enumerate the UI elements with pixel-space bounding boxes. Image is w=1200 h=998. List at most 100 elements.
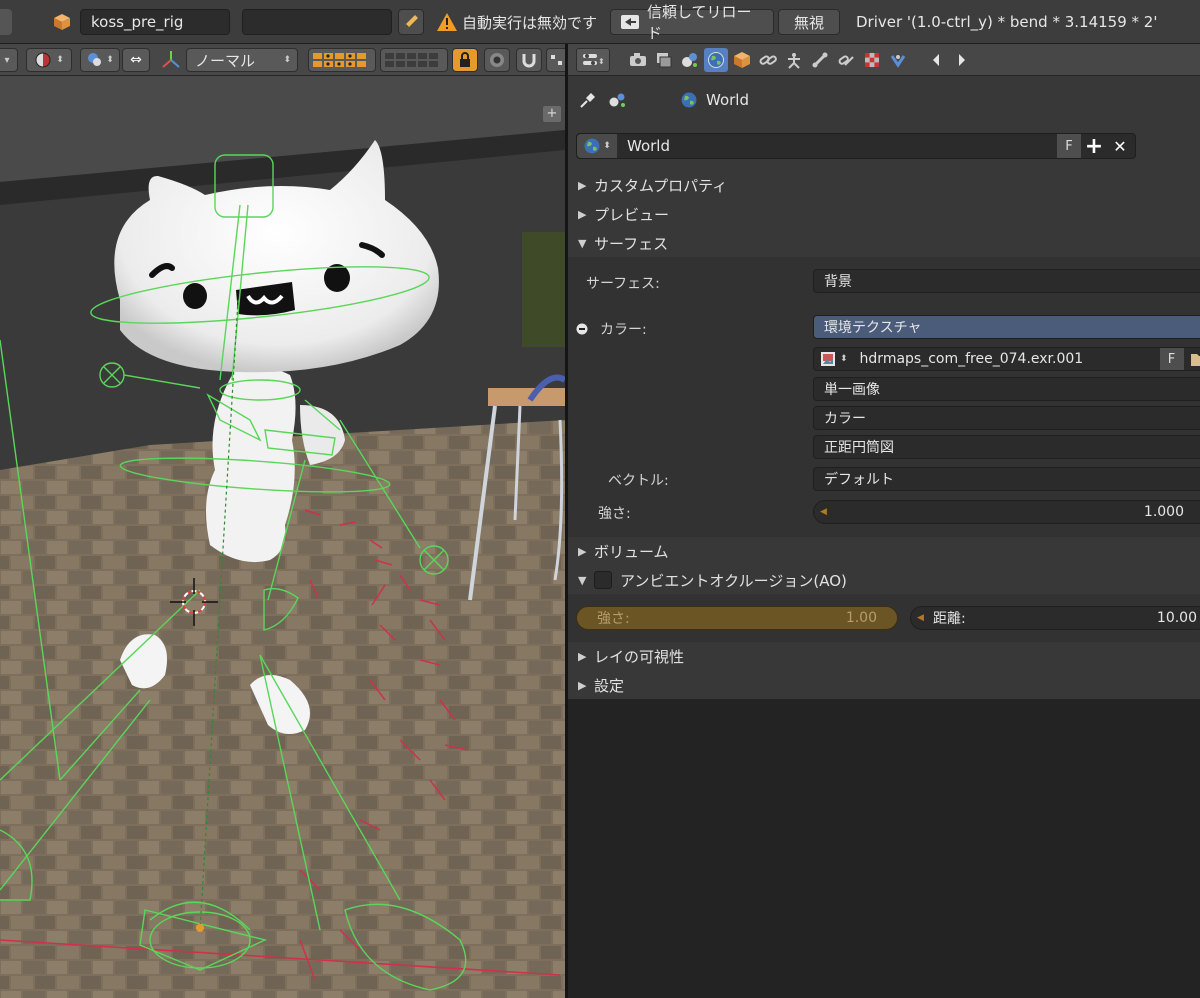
image-name-field[interactable]: hdrmaps_com_free_074.exr.001 — [860, 351, 1160, 367]
strength-label: 強さ: — [598, 506, 631, 522]
ignore-button[interactable]: 無視 — [778, 9, 840, 35]
panel-ray-visibility-label: レイの可視性 — [594, 647, 685, 666]
empty-panel-area — [568, 699, 1200, 998]
image-source-field[interactable]: 単一画像 — [813, 377, 1200, 401]
bone-tab-icon[interactable] — [808, 48, 832, 72]
image-datablock-selector[interactable]: ⬍ hdrmaps_com_free_074.exr.001 F — [813, 347, 1200, 371]
empty-field[interactable] — [242, 9, 392, 35]
proportional-icon — [490, 53, 504, 67]
lock-camera-toggle[interactable] — [452, 48, 478, 72]
collapsed-triangle-icon: ▶ — [578, 678, 587, 692]
texture-tab-icon[interactable] — [860, 48, 884, 72]
open-folder-icon[interactable] — [1190, 351, 1200, 367]
surface-panel-body: サーフェス: 背景 カラー: 環境テクスチャ ⬍ hdrmaps_com_fre… — [568, 257, 1200, 537]
layer-buttons-right[interactable] — [380, 48, 448, 72]
chevron-down-icon: ▾ — [4, 54, 10, 66]
strength-value: 1.000 — [1143, 504, 1184, 520]
3d-viewport[interactable]: + — [0, 76, 565, 998]
object-tab-icon[interactable] — [730, 48, 754, 72]
manipulator-toggle[interactable]: ⇔ — [122, 48, 150, 72]
pin-icon[interactable] — [578, 90, 598, 110]
shading-mode-button[interactable]: ⬍ — [26, 48, 72, 72]
ao-distance-slider[interactable]: ◀ 距離: 10.00 — [910, 606, 1200, 630]
ao-strength-slider[interactable]: 強さ: 1.00 — [576, 606, 898, 630]
lock-icon — [460, 52, 470, 67]
trust-reload-label: 信頼してリロード — [647, 3, 752, 42]
surface-shader-field[interactable]: 背景 — [813, 269, 1200, 293]
particles-tab-icon[interactable] — [886, 48, 910, 72]
editor-type-button[interactable]: ⬍ — [576, 48, 610, 72]
render-tab-camera-icon[interactable] — [626, 48, 650, 72]
image-fake-user-button[interactable]: F — [1159, 348, 1184, 370]
world-datablock-selector[interactable]: ⬍ World F + ✕ — [576, 133, 1136, 159]
vector-field[interactable]: デフォルト — [813, 467, 1200, 491]
modifiers-tab-icon[interactable] — [782, 48, 806, 72]
unlink-minus-icon[interactable] — [576, 323, 588, 335]
bone-constraints-tab-icon[interactable] — [834, 48, 858, 72]
projection-field[interactable]: 正距円筒図 — [813, 435, 1200, 459]
orientation-dropdown[interactable]: ノーマル ⬍ — [186, 48, 298, 72]
panel-preview-label: プレビュー — [594, 205, 670, 224]
editor-type-button[interactable]: ▾ — [0, 48, 18, 72]
viewport-header: ▾ ⬍ ⬍ ⇔ ノーマル ⬍ — [0, 44, 568, 76]
properties-editor: ⬍ World ⬍ World F + ✕ ▶ カスタムプロパティ ▶ プレビュ… — [568, 44, 1200, 998]
expanded-triangle-icon: ▼ — [578, 573, 587, 587]
ao-distance-value: 10.00 — [1156, 610, 1197, 626]
collapsed-triangle-icon: ▶ — [578, 178, 587, 192]
render-layers-tab-icon[interactable] — [652, 48, 676, 72]
ao-enable-checkbox[interactable] — [594, 571, 612, 589]
layer-buttons-left[interactable] — [308, 48, 376, 72]
orientation-label: ノーマル — [195, 51, 256, 70]
decrement-arrow-icon[interactable]: ◀ — [917, 613, 924, 623]
wall-painting — [522, 232, 565, 347]
world-browse-icon[interactable]: ⬍ — [577, 134, 617, 158]
scene-name-field[interactable]: koss_pre_rig — [80, 9, 230, 35]
strength-slider[interactable]: ◀ 1.000 — [813, 500, 1200, 524]
arrows-icon: ⇔ — [130, 52, 142, 68]
panel-volume[interactable]: ▶ ボリューム — [568, 537, 1200, 565]
warning-icon — [434, 9, 460, 35]
scene-tab-icon[interactable] — [678, 48, 702, 72]
transform-axes-icon[interactable] — [156, 48, 186, 72]
decrement-arrow-icon[interactable]: ◀ — [820, 507, 827, 517]
panel-ambient-occlusion[interactable]: ▼ アンビエントオクルージョン(AO) — [568, 566, 1200, 594]
panel-custom-properties[interactable]: ▶ カスタムプロパティ — [568, 171, 1200, 199]
scroll-left-icon[interactable] — [924, 48, 948, 72]
editor-edge — [0, 9, 12, 35]
add-world-button[interactable]: + — [1081, 134, 1107, 159]
remove-world-button[interactable]: ✕ — [1107, 137, 1133, 156]
image-icon[interactable]: ⬍ — [820, 351, 848, 367]
panel-surface[interactable]: ▼ サーフェス — [568, 229, 1200, 257]
panel-preview[interactable]: ▶ プレビュー — [568, 200, 1200, 228]
color-label: カラー: — [600, 322, 647, 338]
shading-sphere-icon — [35, 52, 51, 68]
breadcrumb-world: World — [706, 91, 749, 109]
color-input-node-field[interactable]: 環境テクスチャ — [813, 315, 1200, 339]
panel-ray-visibility[interactable]: ▶ レイの可視性 — [568, 642, 1200, 670]
ao-panel-body: 強さ: 1.00 ◀ 距離: 10.00 — [568, 594, 1200, 642]
constraints-tab-icon[interactable] — [756, 48, 780, 72]
scene-cube-icon — [50, 9, 74, 35]
panel-settings[interactable]: ▶ 設定 — [568, 671, 1200, 699]
color-space-field[interactable]: カラー — [813, 406, 1200, 430]
toolshelf-toggle-button[interactable]: + — [543, 106, 561, 122]
pivot-point-button[interactable]: ⬍ — [80, 48, 120, 72]
pencil-icon[interactable] — [398, 9, 424, 35]
surface-label: サーフェス: — [586, 276, 660, 292]
scroll-right-icon[interactable] — [950, 48, 974, 72]
snap-target-icon — [551, 55, 562, 65]
world-name-field[interactable]: World — [627, 137, 1057, 155]
collapsed-triangle-icon: ▶ — [578, 207, 587, 221]
world-icon — [680, 91, 698, 109]
fake-user-button[interactable]: F — [1057, 134, 1081, 158]
trust-reload-button[interactable]: 信頼してリロード — [610, 3, 774, 42]
info-header: koss_pre_rig 自動実行は無効です 信頼してリロード 無視 Drive… — [0, 0, 1200, 44]
snap-button[interactable] — [516, 48, 542, 72]
proportional-edit-button[interactable] — [484, 48, 510, 72]
world-tab-icon[interactable] — [704, 48, 728, 72]
panel-surface-label: サーフェス — [594, 234, 669, 253]
color-label-row: カラー: — [576, 319, 647, 339]
panel-custom-properties-label: カスタムプロパティ — [594, 176, 728, 195]
reload-icon — [621, 15, 639, 29]
pivot-icon — [88, 53, 102, 66]
